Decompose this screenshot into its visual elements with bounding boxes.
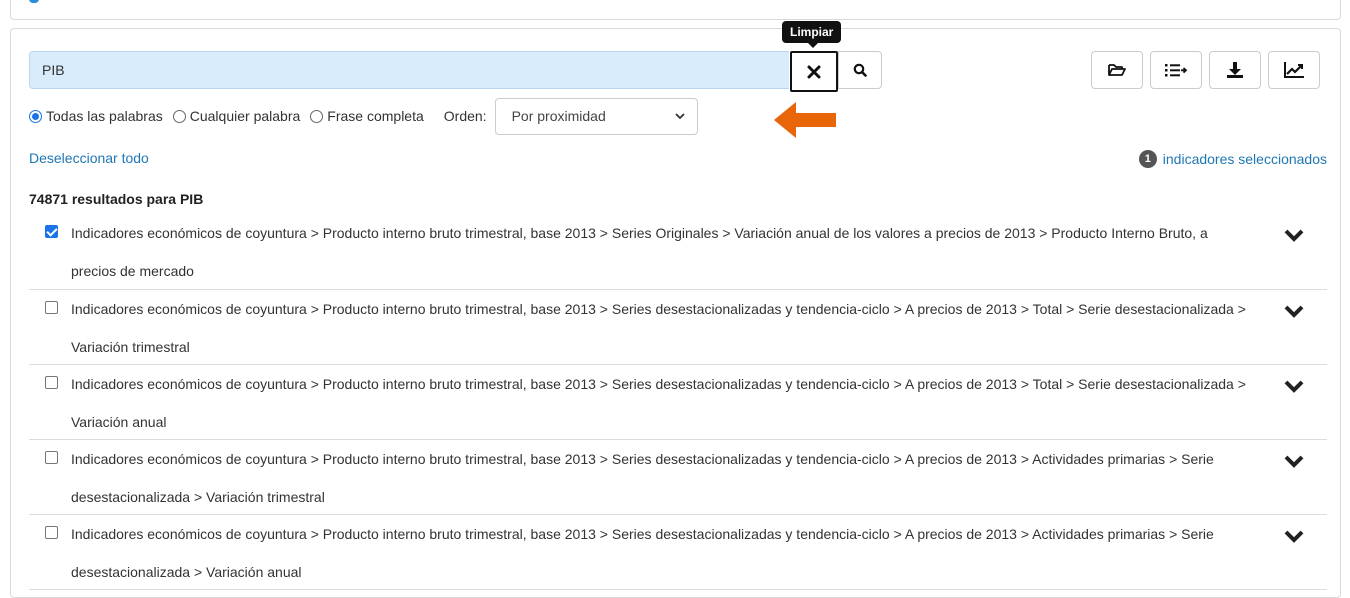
search-options: Todas las palabras Cualquier palabra Fra… — [29, 97, 698, 135]
clear-button[interactable] — [790, 51, 838, 92]
radio-any-word-control[interactable] — [172, 109, 186, 123]
order-select-value: Por proximidad — [511, 108, 606, 124]
list-arrow-icon — [1165, 64, 1188, 77]
chevron-down-icon[interactable] — [1283, 379, 1305, 395]
top-panel-indicator — [29, 0, 39, 3]
result-checkbox[interactable] — [45, 451, 58, 464]
result-text: Indicadores económicos de coyuntura > Pr… — [71, 301, 1246, 355]
radio-all-words-control[interactable] — [29, 109, 42, 123]
result-item: Indicadores económicos de coyuntura > Pr… — [29, 214, 1327, 290]
result-item: Indicadores económicos de coyuntura > Pr… — [29, 365, 1327, 440]
top-panel — [10, 0, 1341, 20]
clear-tooltip: Limpiar — [782, 21, 842, 48]
radio-any-word[interactable]: Cualquier palabra — [172, 108, 301, 124]
chevron-down-icon[interactable] — [1283, 529, 1305, 545]
selected-count-badge: 1 — [1138, 150, 1157, 168]
result-item: Indicadores económicos de coyuntura > Pr… — [29, 290, 1327, 365]
search-input[interactable] — [29, 51, 789, 89]
chevron-down-icon[interactable] — [1283, 228, 1305, 244]
result-text: Indicadores económicos de coyuntura > Pr… — [71, 451, 1214, 505]
result-item: Indicadores económicos de coyuntura > Pr… — [29, 440, 1327, 515]
radio-exact-phrase[interactable]: Frase completa — [310, 108, 424, 124]
result-text: Indicadores económicos de coyuntura > Pr… — [71, 225, 1208, 279]
close-icon — [807, 65, 821, 78]
selected-indicators-link[interactable]: indicadores seleccionados — [1163, 151, 1327, 167]
radio-all-words[interactable]: Todas las palabras — [29, 108, 163, 124]
result-checkbox[interactable] — [45, 301, 58, 314]
result-text: Indicadores económicos de coyuntura > Pr… — [71, 526, 1214, 580]
folder-open-icon — [1108, 64, 1126, 76]
radio-any-word-label: Cualquier palabra — [189, 108, 301, 124]
download-button[interactable] — [1209, 51, 1261, 89]
result-checkbox[interactable] — [45, 526, 58, 539]
result-checkbox[interactable] — [45, 376, 58, 389]
selected-indicators[interactable]: 1 indicadores seleccionados — [1138, 150, 1327, 168]
results-summary: 74871 resultados para PIB — [29, 191, 204, 207]
result-item: Indicadores económicos de coyuntura > Pr… — [29, 515, 1327, 590]
list-export-button[interactable] — [1150, 51, 1202, 89]
chevron-down-icon — [674, 112, 685, 119]
radio-exact-phrase-control[interactable] — [310, 109, 324, 123]
result-text: Indicadores económicos de coyuntura > Pr… — [71, 376, 1246, 430]
deselect-all-link[interactable]: Deseleccionar todo — [29, 150, 149, 166]
order-select[interactable]: Por proximidad — [494, 97, 698, 135]
download-icon — [1227, 62, 1243, 78]
result-checkbox[interactable] — [45, 225, 58, 238]
search-icon — [853, 63, 867, 77]
radio-exact-phrase-label: Frase completa — [327, 108, 424, 124]
chevron-down-icon[interactable] — [1283, 304, 1305, 320]
order-label: Orden: — [443, 108, 487, 124]
chevron-down-icon[interactable] — [1283, 454, 1305, 470]
result-list: Indicadores económicos de coyuntura > Pr… — [29, 214, 1327, 590]
line-chart-icon — [1284, 62, 1304, 78]
annotation-arrow-icon — [774, 102, 836, 138]
open-button[interactable] — [1091, 51, 1143, 89]
search-button[interactable] — [838, 51, 882, 89]
radio-all-words-label: Todas las palabras — [46, 108, 163, 124]
chart-button[interactable] — [1268, 51, 1320, 89]
